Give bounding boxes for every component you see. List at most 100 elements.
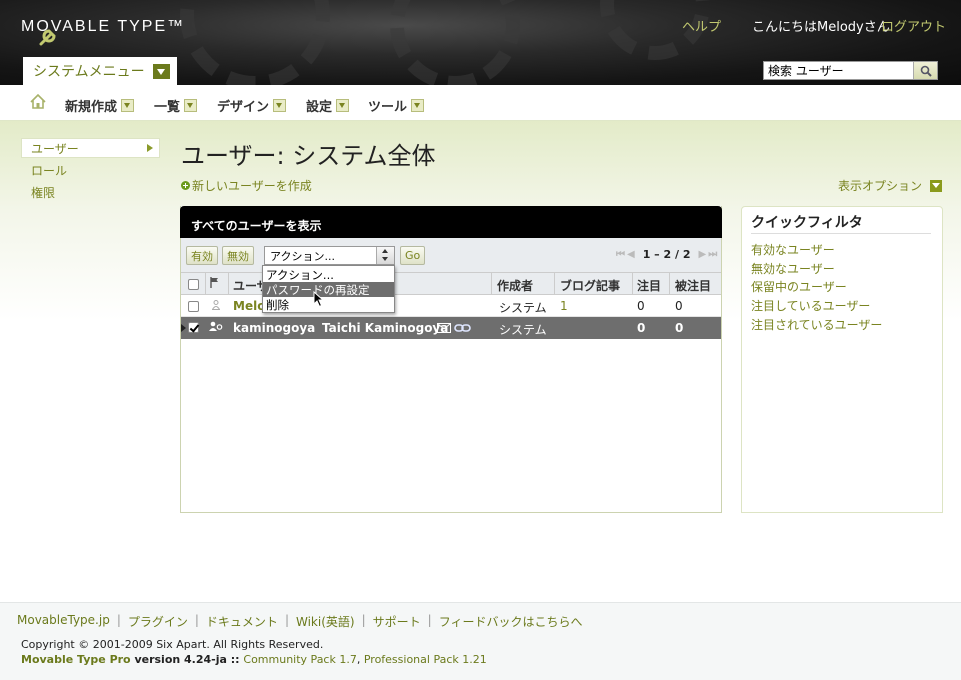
sidebar-item-roles[interactable]: ロール	[31, 162, 67, 179]
filter-followed-users[interactable]: 注目されているユーザー	[751, 316, 882, 333]
separator: |	[116, 613, 121, 627]
menu-item-delete[interactable]: 削除	[263, 297, 394, 312]
created-by: システム	[499, 301, 547, 315]
link-icon[interactable]	[454, 323, 471, 333]
system-menu-label: システムメニュー	[33, 64, 145, 80]
column-divider	[205, 272, 206, 295]
menu-item-action[interactable]: アクション...	[263, 267, 394, 282]
next-page-icon[interactable]: ▶	[699, 249, 707, 260]
create-user-link[interactable]: 新しいユーザーを作成	[181, 177, 312, 194]
display-options-label: 表示オプション	[838, 179, 923, 193]
table-row-selected[interactable]: kaminogoya Taichi Kaminogoya システム 0 0	[181, 317, 721, 339]
chevron-down-icon[interactable]	[411, 99, 425, 112]
pager: ⏮ ◀ 1 – 2 / 2 ▶ ⏭	[615, 248, 718, 261]
action-select[interactable]: アクション...	[264, 246, 395, 265]
product-name: Movable Type Pro	[21, 653, 131, 666]
separator: |	[194, 613, 199, 627]
footer-link-movabletype[interactable]: MovableType.jp	[17, 613, 110, 630]
version-text: version 4.24-ja ::	[130, 653, 244, 666]
search-input[interactable]	[764, 62, 914, 79]
wrench-icon	[39, 29, 56, 46]
column-header-entries[interactable]: ブログ記事	[560, 277, 620, 294]
footer-link-wiki[interactable]: Wiki(英語)	[296, 613, 355, 630]
column-divider	[632, 272, 633, 295]
first-page-icon[interactable]: ⏮	[616, 249, 625, 260]
disable-button[interactable]: 無効	[222, 246, 254, 265]
logout-link[interactable]: ログアウト	[881, 16, 946, 35]
sidebar-item-permissions[interactable]: 権限	[31, 184, 55, 201]
column-divider	[491, 272, 492, 295]
action-dropdown-menu: アクション... パスワードの再設定 削除	[262, 265, 395, 313]
plus-icon	[181, 181, 190, 190]
following-count: 0	[637, 299, 645, 313]
chevron-down-icon[interactable]	[121, 99, 135, 112]
column-divider	[669, 272, 670, 295]
prev-page-icon[interactable]: ◀	[627, 249, 635, 260]
footer-link-plugins[interactable]: プラグイン	[128, 613, 188, 630]
nav-item-tools[interactable]: ツール	[368, 96, 425, 115]
system-menu-button[interactable]: システムメニュー	[23, 57, 177, 85]
nav-item-new[interactable]: 新規作成	[65, 96, 135, 115]
footer-link-support[interactable]: サポート	[373, 613, 421, 630]
username-link[interactable]: Melo	[233, 299, 265, 313]
comma: ,	[356, 653, 364, 666]
search-box	[763, 61, 938, 80]
row-checkbox[interactable]	[188, 301, 199, 312]
flag-icon	[210, 277, 218, 288]
professional-pack-link[interactable]: Professional Pack 1.21	[364, 653, 487, 666]
column-header-following[interactable]: 注目	[637, 277, 661, 294]
gear-decoration	[390, 0, 520, 85]
filter-following-users[interactable]: 注目しているユーザー	[751, 297, 870, 314]
create-user-label: 新しいユーザーを作成	[192, 179, 312, 193]
filter-disabled-users[interactable]: 無効なユーザー	[751, 260, 835, 277]
display-name: Taichi Kaminogoya	[322, 321, 449, 335]
nav-item-label: デザイン	[217, 100, 270, 115]
column-header-created-by[interactable]: 作成者	[497, 277, 533, 294]
nav-item-label: 一覧	[154, 100, 181, 115]
entries-count-link[interactable]: 1	[560, 299, 568, 313]
last-page-icon[interactable]: ⏭	[708, 249, 717, 260]
followers-count: 0	[675, 299, 683, 313]
username-link[interactable]: kaminogoya	[233, 321, 315, 335]
footer-link-documents[interactable]: ドキュメント	[206, 613, 278, 630]
menu-item-reset-password[interactable]: パスワードの再設定	[263, 282, 394, 297]
followers-count: 0	[675, 321, 684, 335]
community-pack-link[interactable]: Community Pack 1.7	[243, 653, 356, 666]
row-checkbox[interactable]	[188, 322, 199, 333]
footer-link-feedback[interactable]: フィードバックはこちらへ	[439, 613, 583, 630]
chevron-down-icon[interactable]	[184, 99, 198, 112]
email-icon[interactable]	[437, 323, 451, 333]
listing-header: すべてのユーザーを表示	[180, 206, 722, 238]
footer-links: MovableType.jp | プラグイン | ドキュメント | Wiki(英語) |…	[17, 613, 582, 630]
following-count: 0	[637, 321, 646, 335]
select-all-checkbox[interactable]	[188, 279, 199, 290]
nav-item-label: 新規作成	[65, 100, 118, 115]
search-button[interactable]	[913, 62, 937, 79]
nav-item-list[interactable]: 一覧	[154, 96, 198, 115]
help-link[interactable]: ヘルプ	[682, 16, 721, 35]
go-button[interactable]: Go	[400, 246, 426, 265]
select-arrows-icon	[376, 247, 394, 264]
filter-pending-users[interactable]: 保留中のユーザー	[751, 278, 847, 295]
column-header-followers[interactable]: 被注目	[675, 277, 711, 294]
user-icon	[212, 300, 220, 310]
page-title: ユーザー: システム全体	[181, 142, 436, 170]
arrow-right-icon	[147, 144, 153, 152]
sidebar-item-users[interactable]: ユーザー	[21, 138, 160, 158]
chevron-down-icon[interactable]	[273, 99, 287, 112]
main-nav	[0, 85, 961, 121]
filter-enabled-users[interactable]: 有効なユーザー	[751, 241, 835, 258]
pager-text: 1 – 2 / 2	[642, 248, 691, 261]
nav-item-label: ツール	[368, 100, 408, 115]
nav-item-settings[interactable]: 設定	[306, 96, 350, 115]
column-divider	[554, 272, 555, 295]
copyright-text: Copyright © 2001-2009 Six Apart. All Rig…	[21, 638, 324, 651]
display-options-link[interactable]: 表示オプション	[838, 177, 943, 194]
nav-item-design[interactable]: デザイン	[217, 96, 287, 115]
column-divider	[228, 272, 229, 295]
enable-button[interactable]: 有効	[186, 246, 218, 265]
mouse-cursor-icon	[313, 291, 324, 308]
home-icon[interactable]	[30, 94, 46, 109]
chevron-down-icon[interactable]	[336, 99, 350, 112]
version-info: Movable Type Pro version 4.24-ja :: Comm…	[21, 653, 487, 666]
